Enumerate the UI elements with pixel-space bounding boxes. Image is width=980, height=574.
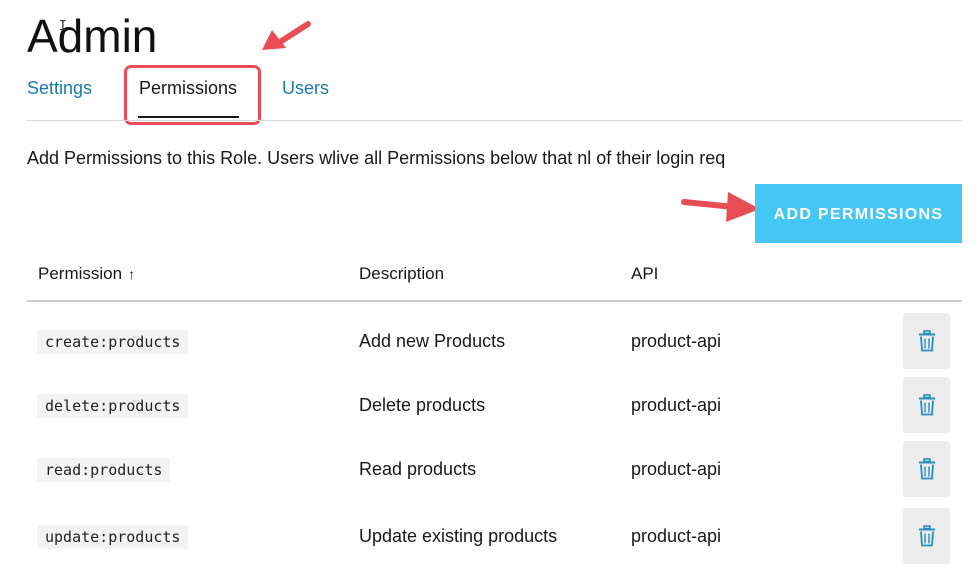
permission-description: Read products (359, 459, 477, 479)
permission-api: product-api (631, 459, 722, 479)
permission-description: Delete products (359, 395, 486, 415)
permission-name: delete:products (37, 394, 189, 418)
column-header-description: Description (359, 264, 445, 283)
annotation-arrow-icon (681, 192, 760, 222)
role-permissions-description: Add Permissions to this Role. Users wliv… (27, 148, 726, 168)
page-title: Admin (27, 10, 158, 62)
permission-name: update:products (37, 525, 189, 549)
text-cursor-icon: I (59, 19, 67, 34)
annotation-arrow-icon (262, 21, 311, 50)
table-header: Permission ↑ Description API (27, 252, 962, 300)
trash-icon (918, 330, 935, 352)
permission-description: Add new Products (359, 331, 506, 351)
permission-api: product-api (631, 526, 722, 546)
table-row: update:products Update existing products… (27, 507, 962, 567)
table-row: delete:products Delete products product-… (27, 376, 962, 436)
arrow-up-icon[interactable]: ↑ (128, 266, 135, 282)
trash-icon (918, 458, 935, 480)
trash-icon (918, 525, 935, 547)
permission-api: product-api (631, 395, 722, 415)
delete-permission-button[interactable] (903, 508, 950, 564)
add-permissions-button[interactable]: ADD PERMISSIONS (755, 184, 962, 243)
column-header-label: Permission (38, 264, 123, 283)
tabs-divider (27, 120, 962, 121)
tab-users[interactable]: Users (282, 78, 329, 99)
delete-permission-button[interactable] (903, 377, 950, 433)
delete-permission-button[interactable] (903, 313, 950, 369)
tab-settings[interactable]: Settings (27, 78, 92, 99)
table-header-divider (27, 300, 962, 302)
column-header-api: API (631, 264, 659, 283)
table-row: create:products Add new Products product… (27, 312, 962, 372)
column-header-permission[interactable]: Permission ↑ (38, 264, 135, 284)
delete-permission-button[interactable] (903, 441, 950, 497)
permission-api: product-api (631, 331, 722, 351)
permission-name: create:products (37, 330, 189, 354)
permission-name: read:products (37, 458, 171, 482)
annotation-highlight-box (124, 65, 261, 125)
trash-icon (918, 394, 935, 416)
permission-description: Update existing products (359, 526, 558, 546)
table-row: read:products Read products product-api (27, 440, 962, 500)
